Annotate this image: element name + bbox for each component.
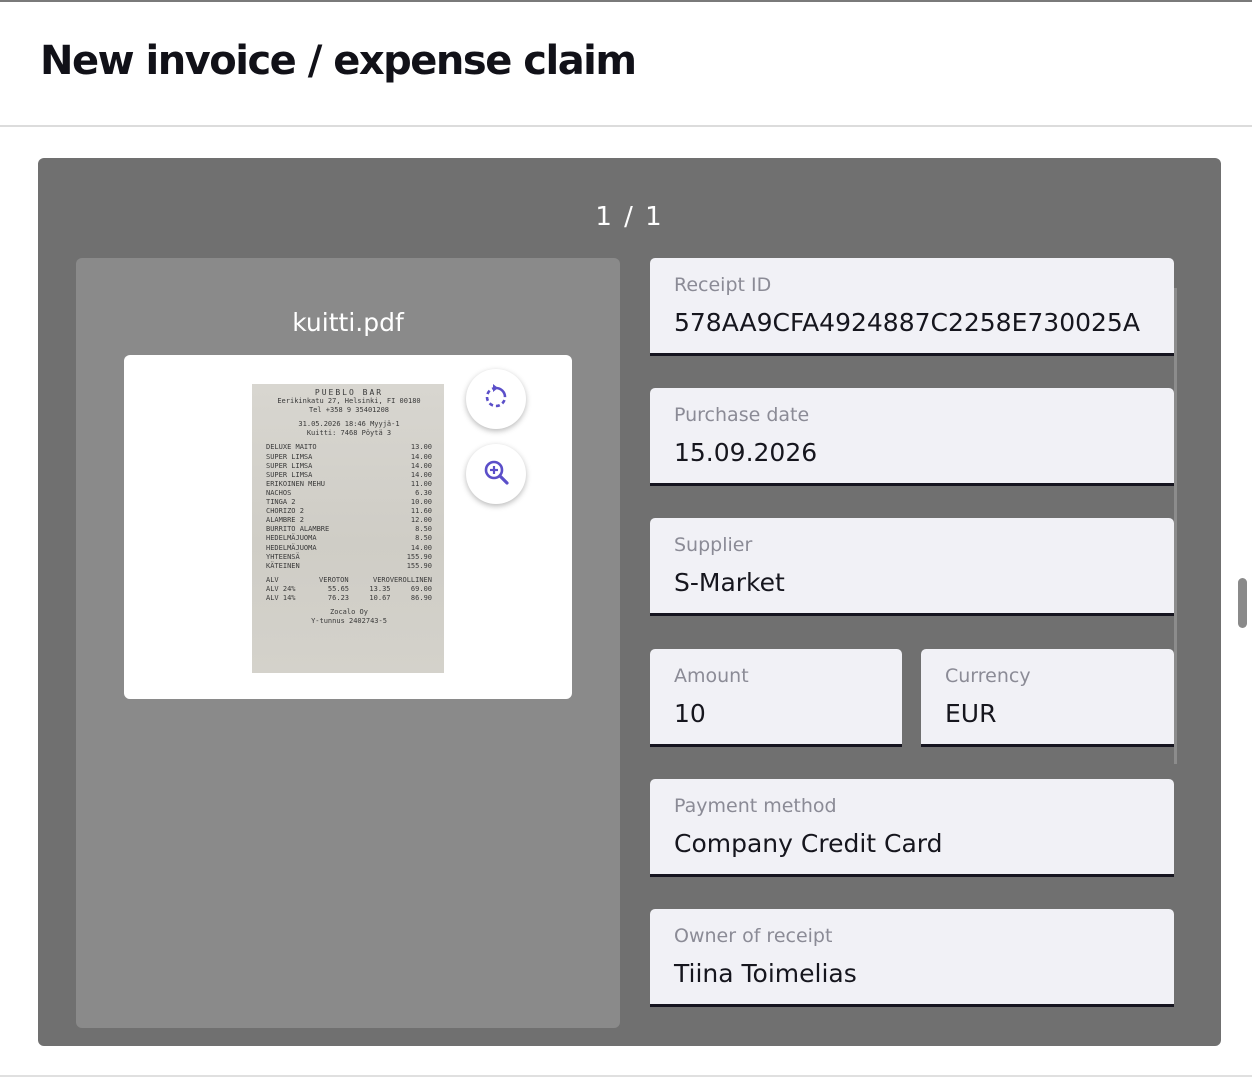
receipt-item-price: 8.50 [415, 525, 432, 534]
receipt-vat-cell: ALV 24% [266, 584, 296, 593]
receipt-line-item: SUPER LIMSA 14.00 [266, 453, 432, 462]
receipt-id-field[interactable]: Receipt ID 578AA9CFA4924887C2258E730025A [650, 258, 1174, 356]
receipt-id-label: Receipt ID [674, 274, 772, 296]
owner-value: Tiina Toimelias [674, 959, 857, 988]
payment-method-label: Payment method [674, 795, 837, 817]
receipt-line-item: ERIKOINEN MEHU 11.00 [266, 480, 432, 489]
file-preview-panel: kuitti.pdf PUEBLO BAR Eerikinkatu 27, He… [76, 258, 620, 1028]
payment-method-field[interactable]: Payment method Company Credit Card [650, 779, 1174, 877]
receipt-item-name: SUPER LIMSA [266, 470, 313, 479]
receipt-line-item: HEDELMÄJUOMA 14.00 [266, 544, 432, 553]
receipt-store: PUEBLO BAR [314, 388, 384, 397]
purchase-date-field[interactable]: Purchase date 15.09.2026 [650, 388, 1174, 486]
receipt-item-name: KÄTEINEN [266, 561, 300, 570]
receipt-business-id: Y-tunnus 2402743-5 [311, 617, 387, 626]
amount-value: 10 [674, 699, 706, 728]
receipt-vat-cell: 86.90 [410, 593, 432, 602]
receipt-item-name: ERIKOINEN MEHU [266, 479, 326, 488]
receipt-item-name: SUPER LIMSA [266, 461, 313, 470]
receipt-item-name: HEDELMÄJUOMA [266, 534, 317, 543]
receipt-number: Kuitti: 7468 Pöytä 3 [306, 429, 392, 438]
page-scrollbar-thumb[interactable] [1238, 578, 1247, 628]
zoom-in-button[interactable] [466, 444, 526, 504]
purchase-date-value: 15.09.2026 [674, 438, 818, 467]
receipt-item-name: YHTEENSÄ [266, 552, 300, 561]
receipt-item-price: 14.00 [410, 543, 432, 552]
rotate-icon [482, 383, 510, 415]
receipt-image: PUEBLO BAR Eerikinkatu 27, Helsinki, FI … [252, 384, 444, 673]
receipt-item-name: HEDELMÄJUOMA [266, 543, 317, 552]
receipt-item-name: SUPER LIMSA [266, 452, 313, 461]
receipt-vat-cell: 55.65 [327, 584, 349, 593]
page-header: New invoice / expense claim [0, 2, 1252, 127]
file-name: kuitti.pdf [292, 308, 404, 337]
receipt-item-name: CHORIZO 2 [266, 507, 304, 516]
receipt-line-item: CHORIZO 2 11.60 [266, 507, 432, 516]
receipt-item-name: ALAMBRE 2 [266, 516, 304, 525]
receipt-item-price: 155.90 [406, 552, 432, 561]
owner-label: Owner of receipt [674, 925, 833, 947]
receipt-vat-cell: 13.35 [369, 584, 391, 593]
receipt-item-price: 6.30 [415, 488, 432, 497]
receipt-item-price: 8.50 [415, 534, 432, 543]
receipt-item-name: DELUXE MAITO [266, 443, 317, 452]
fields-scroll-edge [1174, 288, 1177, 764]
currency-field[interactable]: Currency EUR [921, 649, 1174, 747]
receipt-item-price: 13.00 [410, 443, 432, 452]
supplier-field[interactable]: Supplier S-Market [650, 518, 1174, 616]
receipt-vat-cell: ALV [266, 575, 279, 584]
receipt-phone: Tel +358 9 35401208 [308, 406, 390, 415]
receipt-item-price: 14.00 [410, 470, 432, 479]
receipt-item-price: 10.00 [410, 498, 432, 507]
currency-label: Currency [945, 665, 1031, 687]
receipt-address: Eerikinkatu 27, Helsinki, FI 00180 [277, 397, 421, 406]
receipt-vat-table: ALV VEROTON VERO VEROLLINEN ALV 24% 55.65 13.3… [266, 576, 432, 603]
receipt-item-price: 11.00 [410, 479, 432, 488]
receipt-vat-cell: 69.00 [410, 584, 432, 593]
receipt-item-name: NACHOS [266, 488, 292, 497]
receipt-item-price: 14.00 [410, 461, 432, 470]
receipt-vat-row: ALV 24% 55.65 13.35 69.00 [266, 585, 432, 594]
owner-field[interactable]: Owner of receipt Tiina Toimelias [650, 909, 1174, 1007]
receipt-vat-cell: VEROTON [319, 575, 349, 584]
payment-method-value: Company Credit Card [674, 829, 943, 858]
receipt-vat-cell: VERO [372, 575, 390, 584]
purchase-date-label: Purchase date [674, 404, 810, 426]
receipt-item-name: TINGA 2 [266, 498, 296, 507]
receipt-line-item: SUPER LIMSA 14.00 [266, 462, 432, 471]
receipt-items: DELUXE MAITO 13.00 SUPER LIMSA 14.00 SUPER L… [266, 443, 432, 570]
page-title: New invoice / expense claim [40, 38, 637, 84]
amount-field[interactable]: Amount 10 [650, 649, 902, 747]
receipt-company: Zocalo Oy [330, 608, 368, 617]
receipt-id-value: 578AA9CFA4924887C2258E730025A [674, 308, 1140, 337]
receipt-item-price: 14.00 [410, 452, 432, 461]
receipt-line-item: YHTEENSÄ 155.90 [266, 553, 432, 562]
receipt-vat-cell: ALV 14% [266, 593, 296, 602]
receipt-vat-cell: VEROLLINEN [389, 575, 432, 584]
receipt-line-item: SUPER LIMSA 14.00 [266, 471, 432, 480]
currency-value: EUR [945, 699, 997, 728]
receipt-item-price: 12.00 [410, 516, 432, 525]
zoom-in-icon [482, 458, 510, 490]
receipt-vat-cell: 76.23 [327, 593, 349, 602]
document-viewer: 1 / 1 kuitti.pdf PUEBLO BAR Eerikinkatu … [38, 158, 1221, 1046]
amount-label: Amount [674, 665, 749, 687]
receipt-line-item: KÄTEINEN 155.90 [266, 562, 432, 571]
receipt-item-price: 11.60 [410, 507, 432, 516]
receipt-datetime: 31.05.2026 18:46 Myyjä-1 [298, 420, 400, 429]
supplier-value: S-Market [674, 568, 785, 597]
receipt-line-item: HEDELMÄJUOMA 8.50 [266, 534, 432, 543]
supplier-label: Supplier [674, 534, 753, 556]
receipt-vat-header: ALV VEROTON VERO VEROLLINEN [266, 576, 432, 585]
page-indicator: 1 / 1 [595, 202, 664, 232]
receipt-vat-cell: 10.67 [369, 593, 391, 602]
rotate-button[interactable] [466, 369, 526, 429]
receipt-vat-row: ALV 14% 76.23 10.67 86.90 [266, 594, 432, 603]
receipt-line-item: DELUXE MAITO 13.00 [266, 443, 432, 452]
receipt-line-item: NACHOS 6.30 [266, 489, 432, 498]
receipt-line-item: ALAMBRE 2 12.00 [266, 516, 432, 525]
receipt-item-price: 155.90 [406, 561, 432, 570]
receipt-line-item: TINGA 2 10.00 [266, 498, 432, 507]
footer-divider [0, 1075, 1252, 1077]
